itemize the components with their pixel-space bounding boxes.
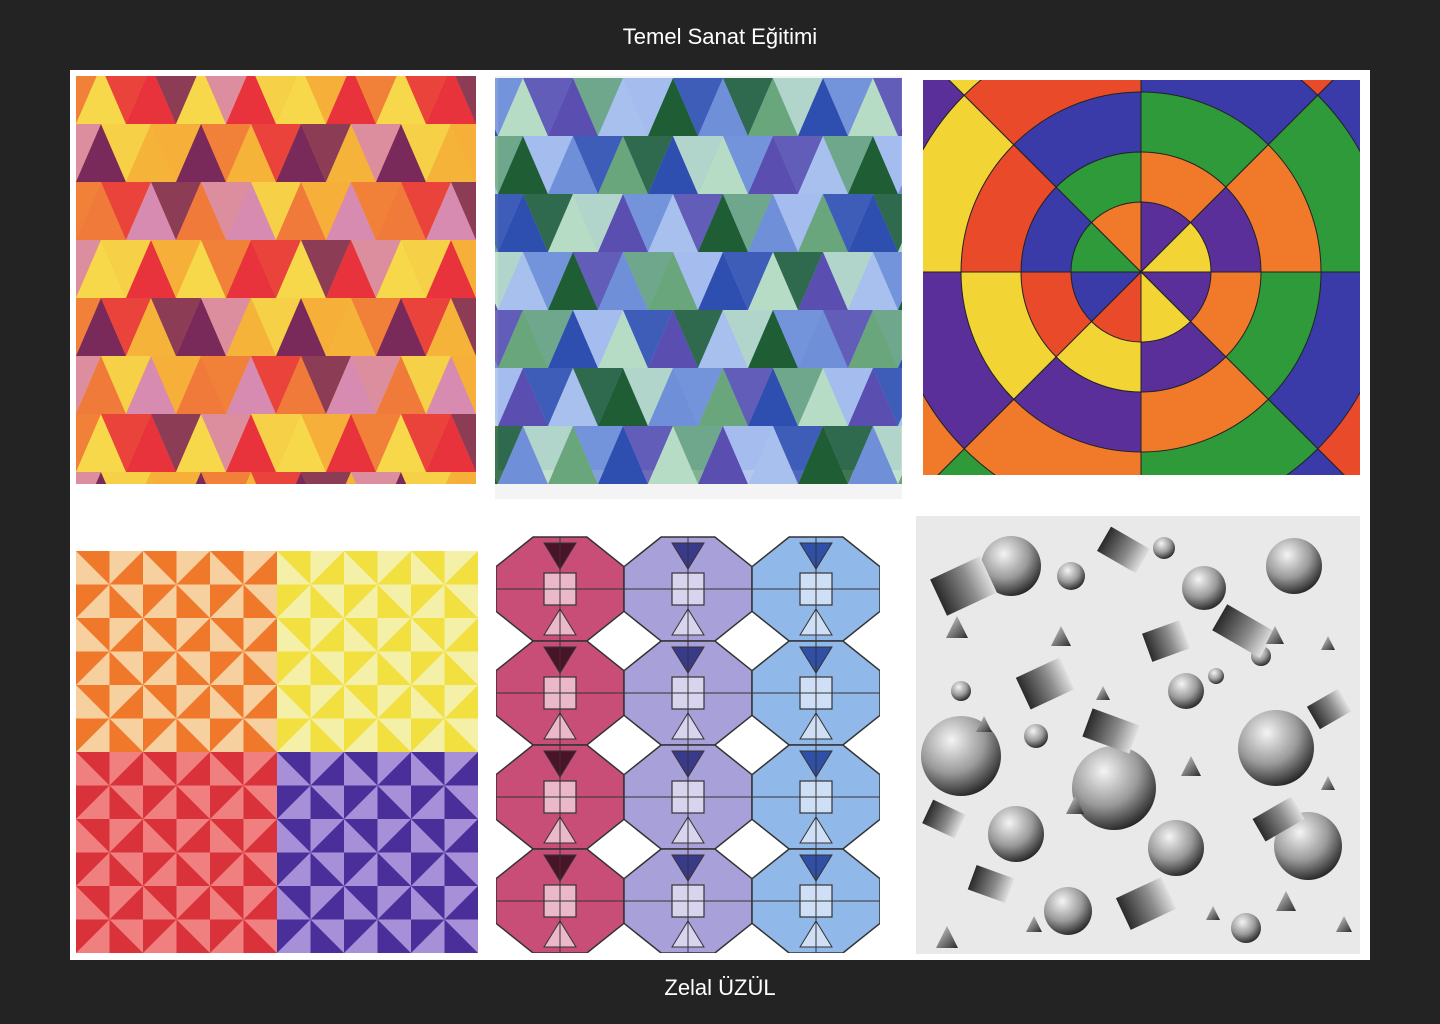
artwork-shaded-solids[interactable] [916,516,1360,954]
artwork-concentric-rings[interactable] [923,80,1360,475]
artwork-gallery [70,70,1370,960]
artwork-octagon-pattern[interactable] [496,533,880,953]
artwork-cool-triangles[interactable] [495,76,902,499]
artwork-pinwheel-quadrants[interactable] [76,551,478,953]
artwork-warm-triangles[interactable] [76,76,476,484]
page-title: Temel Sanat Eğitimi [622,24,818,49]
author-name: Zelal ÜZÜL [664,975,776,1000]
